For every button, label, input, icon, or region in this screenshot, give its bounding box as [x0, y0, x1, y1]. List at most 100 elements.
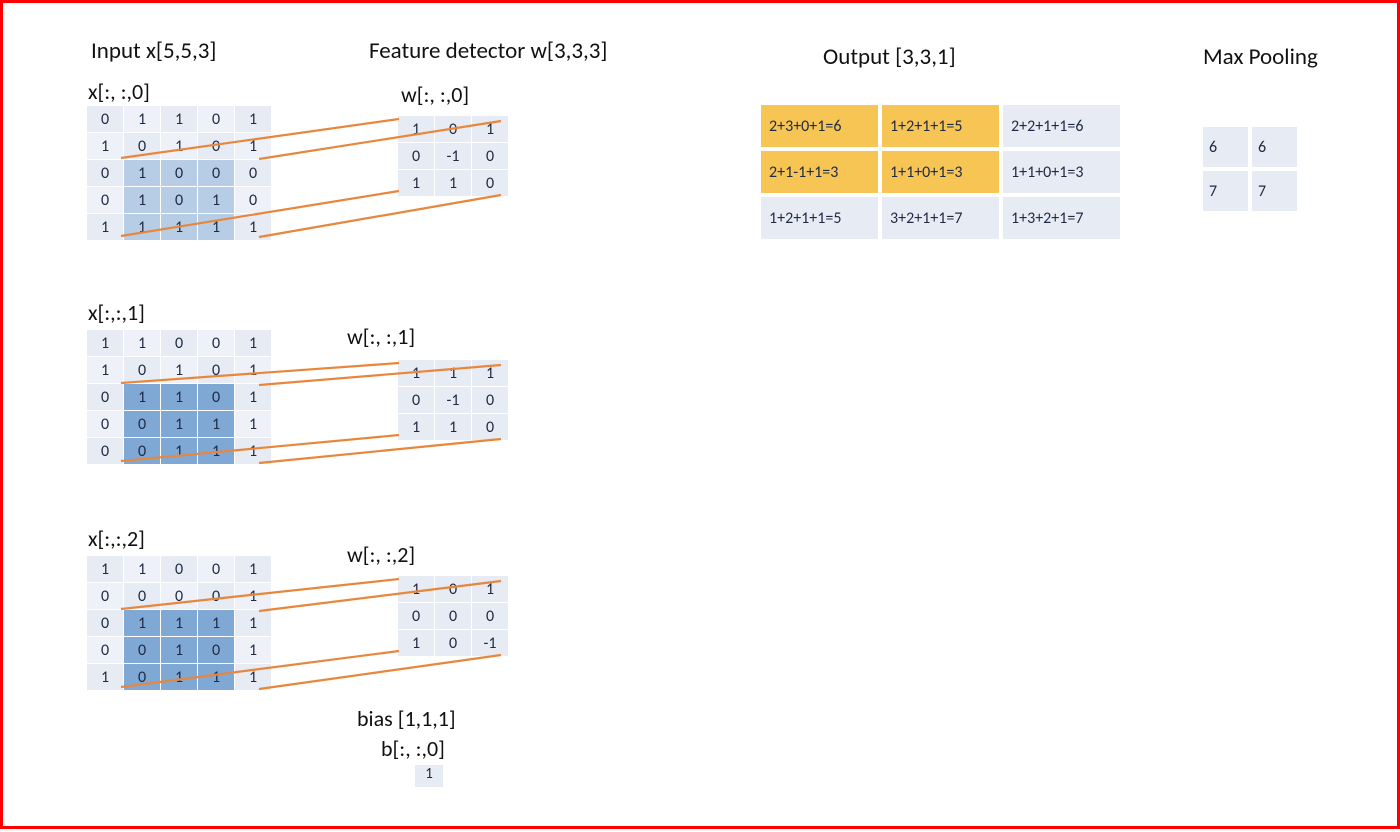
w2-cell: -1 — [472, 630, 509, 657]
x0-cell: 1 — [235, 133, 272, 160]
x0-cell: 0 — [161, 187, 198, 214]
w0-cell: 0 — [398, 143, 435, 170]
w1-cell: 0 — [472, 387, 509, 414]
x0-cell: 1 — [124, 214, 161, 241]
x1-cell: 0 — [87, 411, 124, 438]
output-cell: 1+2+1+1=5 — [761, 197, 878, 239]
x1-cell: 1 — [124, 330, 161, 357]
x2-cell: 1 — [235, 637, 272, 664]
output-title: Output [3,3,1] — [823, 43, 956, 71]
maxpool-cell: 6 — [1252, 127, 1297, 167]
x2-cell: 0 — [124, 637, 161, 664]
x1-cell: 1 — [161, 411, 198, 438]
x2-cell: 0 — [161, 583, 198, 610]
x0-cell: 1 — [198, 214, 235, 241]
x1-cell: 0 — [124, 438, 161, 465]
w1-label: w[:, :,1] — [347, 323, 415, 350]
x2-cell: 1 — [87, 664, 124, 691]
x2-cell: 0 — [87, 610, 124, 637]
x1-cell: 1 — [161, 438, 198, 465]
x2-cell: 0 — [124, 664, 161, 691]
w1-cell: 0 — [398, 387, 435, 414]
x0-cell: 0 — [198, 133, 235, 160]
x2-cell: 1 — [161, 664, 198, 691]
w2-cell: 0 — [398, 603, 435, 630]
maxpool-cell: 7 — [1203, 171, 1248, 211]
x0-cell: 0 — [198, 106, 235, 133]
x0-cell: 0 — [235, 187, 272, 214]
w0-cell: -1 — [435, 143, 472, 170]
x1-cell: 1 — [87, 330, 124, 357]
maxpool-title: Max Pooling — [1203, 43, 1318, 71]
x2-cell: 1 — [235, 556, 272, 583]
w1-cell: 1 — [435, 414, 472, 441]
output-cell: 2+2+1+1=6 — [1003, 105, 1120, 147]
x2-cell: 1 — [198, 664, 235, 691]
w0-cell: 0 — [472, 170, 509, 197]
w0-label: w[:, :,0] — [401, 81, 469, 108]
output-cell: 2+1-1+1=3 — [761, 151, 878, 193]
x2-cell: 0 — [198, 583, 235, 610]
x1-cell: 1 — [235, 384, 272, 411]
x0-cell: 1 — [198, 187, 235, 214]
x0-cell: 0 — [198, 160, 235, 187]
x2-cell: 1 — [124, 610, 161, 637]
x0-cell: 0 — [235, 160, 272, 187]
x2-cell: 0 — [87, 637, 124, 664]
x1-cell: 0 — [198, 357, 235, 384]
bias-value: 1 — [415, 765, 443, 787]
w0-cell: 0 — [472, 143, 509, 170]
output-cell: 1+2+1+1=5 — [882, 105, 999, 147]
x0-cell: 1 — [235, 106, 272, 133]
x1-cell: 0 — [87, 384, 124, 411]
x0-cell: 1 — [87, 214, 124, 241]
filter-matrix-w2: 10100010-1 — [397, 575, 509, 657]
x2-cell: 0 — [87, 583, 124, 610]
x1-label: x[:,:,1] — [88, 299, 145, 326]
x0-cell: 1 — [87, 133, 124, 160]
x2-label: x[:,:,2] — [88, 525, 145, 552]
x1-cell: 1 — [235, 357, 272, 384]
input-matrix-x2: 1100100001011110010110111 — [86, 555, 272, 691]
x0-cell: 0 — [87, 187, 124, 214]
x0-cell: 1 — [124, 106, 161, 133]
w1-cell: 1 — [398, 360, 435, 387]
x1-cell: 1 — [87, 357, 124, 384]
w1-cell: -1 — [435, 387, 472, 414]
x2-cell: 0 — [198, 637, 235, 664]
output-cell: 1+3+2+1=7 — [1003, 197, 1120, 239]
x2-cell: 1 — [235, 610, 272, 637]
x0-cell: 1 — [161, 214, 198, 241]
output-cell: 1+1+0+1=3 — [1003, 151, 1120, 193]
x2-cell: 1 — [235, 664, 272, 691]
maxpool-matrix: 6677 — [1199, 123, 1301, 215]
bias-label-1: bias [1,1,1] — [357, 705, 456, 732]
diagram-canvas: Input x[5,5,3] Feature detector w[3,3,3]… — [0, 0, 1400, 829]
output-cell: 2+3+0+1=6 — [761, 105, 878, 147]
x0-cell: 0 — [87, 106, 124, 133]
x2-cell: 1 — [161, 637, 198, 664]
maxpool-cell: 7 — [1252, 171, 1297, 211]
output-matrix: 2+3+0+1=61+2+1+1=52+2+1+1=62+1-1+1=31+1+… — [757, 101, 1124, 243]
w2-label: w[:, :,2] — [347, 541, 415, 568]
x2-cell: 1 — [87, 556, 124, 583]
x1-cell: 1 — [235, 330, 272, 357]
x1-cell: 0 — [124, 357, 161, 384]
x0-cell: 0 — [87, 160, 124, 187]
x0-cell: 0 — [124, 133, 161, 160]
w2-cell: 1 — [398, 576, 435, 603]
x2-cell: 1 — [161, 610, 198, 637]
w1-cell: 1 — [435, 360, 472, 387]
output-cell: 3+2+1+1=7 — [882, 197, 999, 239]
filter-matrix-w1: 1110-10110 — [397, 359, 509, 441]
x1-cell: 1 — [124, 384, 161, 411]
w0-cell: 1 — [398, 170, 435, 197]
w2-cell: 0 — [472, 603, 509, 630]
x2-cell: 0 — [198, 556, 235, 583]
x2-cell: 1 — [198, 610, 235, 637]
x1-cell: 0 — [87, 438, 124, 465]
x0-cell: 0 — [161, 160, 198, 187]
maxpool-cell: 6 — [1203, 127, 1248, 167]
x1-cell: 0 — [124, 411, 161, 438]
bias-label-2: b[:, :,0] — [381, 735, 445, 762]
